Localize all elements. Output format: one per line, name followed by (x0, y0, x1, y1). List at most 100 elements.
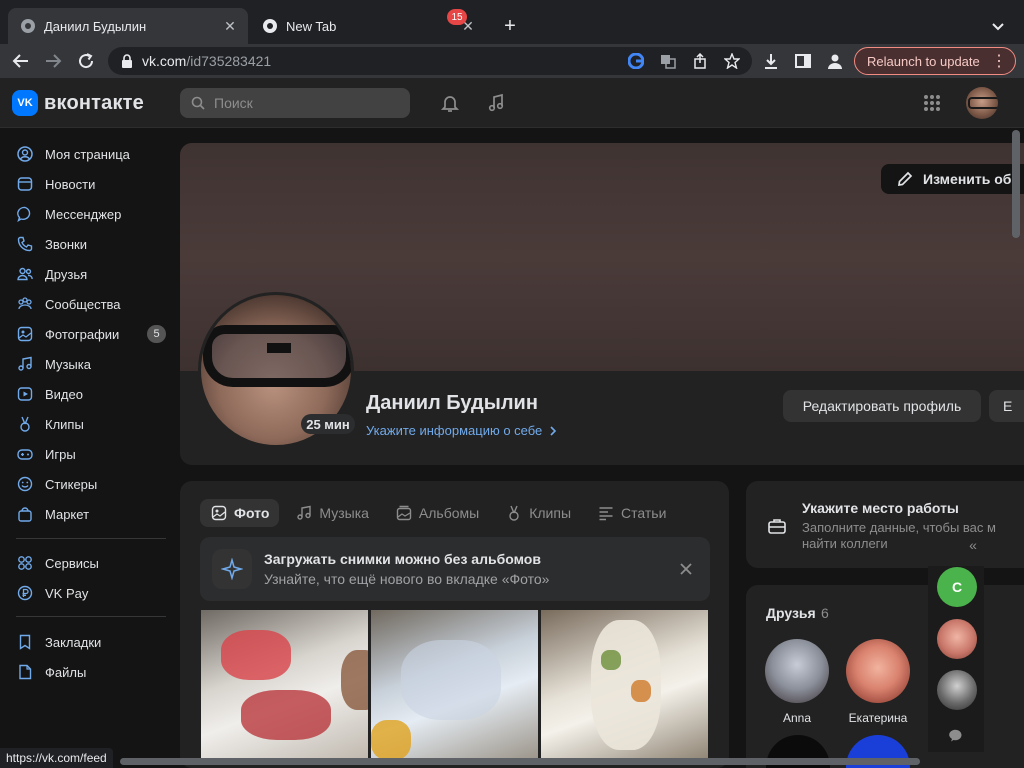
tab-photos[interactable]: Фото (200, 499, 280, 527)
tab-albums[interactable]: Альбомы (385, 499, 489, 527)
sidebar-item-label: Видео (45, 386, 83, 402)
ruble-icon (16, 584, 34, 602)
friends-count: 6 (821, 605, 829, 621)
photo-thumbnail[interactable] (371, 610, 538, 760)
horizontal-scrollbar[interactable] (120, 758, 920, 765)
edit-profile-button[interactable]: Редактировать профиль (783, 390, 981, 422)
tab-close-icon[interactable]: ✕ (220, 16, 240, 36)
friend-item[interactable]: Anna (757, 639, 837, 725)
sidebar-item-bookmarks[interactable]: Закладки (0, 627, 172, 657)
profile-icon[interactable] (822, 48, 848, 74)
tab-title: Даниил Будылин (44, 18, 147, 34)
sidebar-item-label: Музыка (45, 356, 91, 372)
user-circle-icon (16, 145, 34, 163)
sidebar-item-my-page[interactable]: Моя страница (0, 139, 172, 169)
notifications-badge: 15 (447, 9, 467, 25)
sidebar-item-label: Клипы (45, 416, 84, 432)
friend-name: Екатерина (848, 711, 908, 725)
photo-thumbnail[interactable] (541, 610, 708, 760)
tab-label: Клипы (529, 505, 572, 521)
tab-music[interactable]: Музыка (285, 499, 379, 527)
sidebar-item-friends[interactable]: Друзья (0, 259, 172, 289)
sidebar-item-calls[interactable]: Звонки (0, 229, 172, 259)
chat-bubble-icon[interactable] (947, 726, 967, 746)
photo-thumbnail[interactable] (201, 610, 368, 760)
sidebar-item-vk-pay[interactable]: VK Pay (0, 578, 172, 608)
clips-icon (505, 504, 523, 522)
sidebar-item-services[interactable]: Сервисы (0, 548, 172, 578)
search-icon (190, 95, 206, 111)
apps-grid-icon[interactable] (920, 91, 944, 115)
translate-icon[interactable] (656, 51, 680, 71)
status-bar-url: https://vk.com/feed (0, 748, 113, 768)
photos-tabs: Фото Музыка Альбомы Клипы Статьи (200, 499, 682, 527)
sidebar-item-video[interactable]: Видео (0, 379, 172, 409)
sidebar-divider (16, 538, 166, 539)
tab-clips[interactable]: Клипы (495, 499, 581, 527)
sidebar-item-label: Моя страница (45, 146, 130, 162)
download-icon[interactable] (758, 48, 784, 74)
sidebar-item-label: Стикеры (45, 476, 98, 492)
vk-search-box[interactable] (180, 88, 410, 118)
friend-name: Anna (782, 711, 812, 725)
albums-icon (395, 504, 413, 522)
side-panel-icon[interactable] (790, 48, 816, 74)
sidebar-item-clips[interactable]: Клипы (0, 409, 172, 439)
music-icon (16, 355, 34, 373)
back-arrow-icon[interactable] (8, 48, 34, 74)
sidebar-item-label: Звонки (45, 236, 87, 252)
sidebar-item-stickers[interactable]: Стикеры (0, 469, 172, 499)
chat-avatar[interactable] (937, 619, 977, 659)
address-bar[interactable]: vk.com/id735283421 (108, 47, 752, 75)
vk-sidebar: Моя страница Новости Мессенджер Звонки Д… (0, 129, 172, 749)
chat-avatar[interactable] (937, 670, 977, 710)
photo-icon (16, 325, 34, 343)
share-icon[interactable] (688, 51, 712, 71)
sidebar-item-files[interactable]: Файлы (0, 657, 172, 687)
sidebar-item-music[interactable]: Музыка (0, 349, 172, 379)
friends-title[interactable]: Друзья (766, 605, 816, 621)
google-icon[interactable] (624, 51, 648, 71)
sidebar-item-photos[interactable]: Фотографии 5 (0, 319, 172, 349)
star-bookmark-icon[interactable] (720, 51, 744, 71)
forward-arrow-icon[interactable] (40, 48, 66, 74)
article-icon (597, 504, 615, 522)
chevron-right-icon (548, 425, 558, 437)
tab-vk-profile[interactable]: Даниил Будылин ✕ (8, 8, 248, 44)
sidebar-item-games[interactable]: Игры (0, 439, 172, 469)
photos-count-badge: 5 (147, 325, 166, 343)
tab-articles[interactable]: Статьи (587, 499, 676, 527)
relaunch-button[interactable]: Relaunch to update ⋮ (854, 47, 1016, 75)
tab-label: Фото (234, 505, 270, 521)
sidebar-item-communities[interactable]: Сообщества (0, 289, 172, 319)
tab-title: New Tab (286, 18, 337, 34)
vk-search-input[interactable] (214, 95, 394, 111)
work-place-card[interactable]: Укажите место работы Заполните данные, ч… (746, 481, 1024, 568)
lock-icon[interactable] (120, 54, 134, 68)
header-avatar[interactable] (966, 87, 998, 119)
reload-icon[interactable] (73, 48, 99, 74)
menu-dots-icon[interactable]: ⋮ (991, 52, 1007, 70)
profile-info-link[interactable]: Укажите информацию о себе (366, 423, 558, 438)
sidebar-item-market[interactable]: Маркет (0, 499, 172, 529)
photo-drawing (401, 640, 501, 720)
sidebar-item-label: Сервисы (45, 555, 99, 571)
chat-avatar[interactable]: С (937, 567, 977, 607)
music-player-icon[interactable] (484, 91, 508, 115)
friend-item[interactable]: Екатерина (838, 639, 918, 725)
new-tab-button[interactable]: + (498, 14, 522, 38)
photos-card: Фото Музыка Альбомы Клипы Статьи Загружа… (180, 481, 729, 768)
edit-cover-button[interactable]: Изменить об (881, 164, 1024, 194)
url-path: /id735283421 (186, 53, 272, 69)
tab-search-chevron-icon[interactable] (986, 14, 1010, 38)
profile-more-button[interactable]: Е (989, 390, 1024, 422)
vk-logo[interactable]: VK вконтакте (12, 90, 144, 116)
tab-label: Альбомы (418, 505, 480, 521)
sidebar-item-news[interactable]: Новости (0, 169, 172, 199)
vertical-scrollbar[interactable] (1012, 130, 1020, 238)
sidebar-item-messenger[interactable]: Мессенджер (0, 199, 172, 229)
banner-close-icon[interactable] (676, 559, 696, 579)
notifications-bell-icon[interactable] (438, 91, 462, 115)
banner-subtitle[interactable]: Узнайте, что ещё нового во вкладке «Фото… (264, 571, 549, 587)
collapse-chats-button[interactable]: « (963, 537, 983, 553)
